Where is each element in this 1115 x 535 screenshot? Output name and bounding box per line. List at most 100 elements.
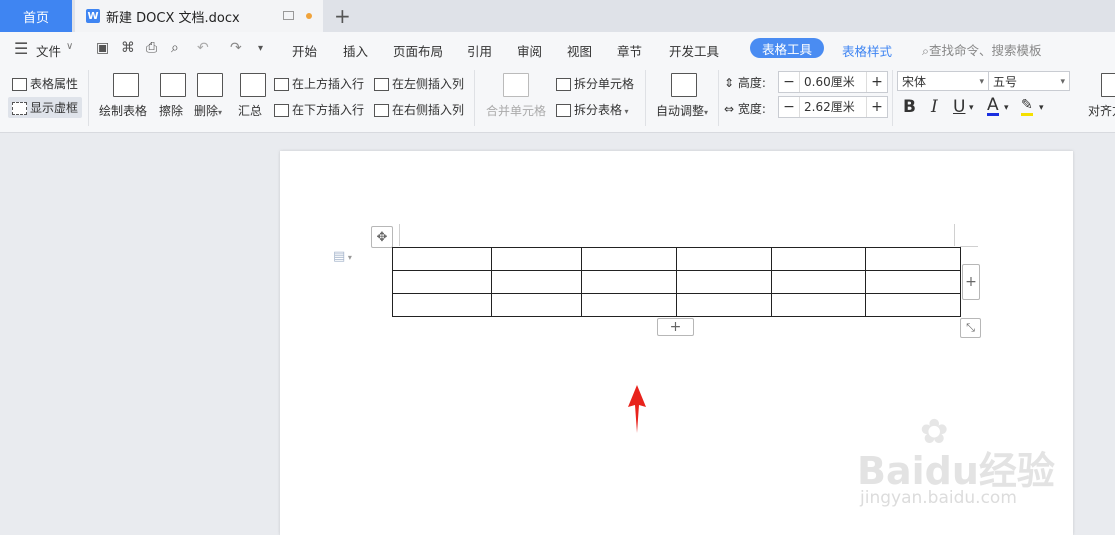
increase-width-button[interactable]: + <box>867 99 887 115</box>
print-icon[interactable]: ⎙ <box>146 40 157 56</box>
tab-document[interactable]: W 新建 DOCX 文档.docx <box>75 0 323 32</box>
font-family-select[interactable]: 宋体 ▾ <box>897 71 989 91</box>
highlight-icon[interactable]: ✎ <box>1021 97 1033 116</box>
table-properties-button[interactable]: 表格属性 <box>12 75 78 92</box>
file-menu[interactable]: 文件 <box>36 41 61 60</box>
add-column-button[interactable]: + <box>962 264 980 300</box>
merge-cells-icon[interactable] <box>503 73 529 97</box>
table-cell[interactable] <box>392 270 492 294</box>
delete-table-icon[interactable] <box>197 73 223 97</box>
table-resize-handle-icon[interactable]: ⤡ <box>960 318 981 338</box>
redo-icon[interactable]: ↷ <box>230 40 242 56</box>
tab-table-tools[interactable]: 表格工具 <box>750 38 824 58</box>
merge-cells-button[interactable]: 合并单元格 <box>486 102 546 119</box>
summary-icon[interactable] <box>240 73 266 97</box>
column-width-spinner[interactable]: − 2.62厘米 + <box>778 96 888 118</box>
table-row <box>392 247 961 271</box>
row-height-input[interactable]: 0.60厘米 <box>799 72 867 92</box>
menu-insert[interactable]: 插入 <box>343 41 368 60</box>
margin-guide <box>399 224 400 246</box>
new-tab-button[interactable]: + <box>334 4 351 28</box>
table-move-handle-icon[interactable]: ✥ <box>371 226 393 248</box>
erase-button[interactable]: 擦除 <box>159 102 183 119</box>
height-text: 高度: <box>737 76 766 90</box>
table-cell[interactable] <box>581 270 677 294</box>
more-chevron-icon[interactable]: ▾ <box>258 43 263 54</box>
decrease-height-button[interactable]: − <box>779 74 799 90</box>
auto-adjust-button[interactable]: 自动调整▾ <box>656 102 708 119</box>
dropdown-arrow-icon[interactable]: ▾ <box>969 103 974 113</box>
table-cell[interactable] <box>581 247 677 271</box>
monitor-icon[interactable] <box>283 11 294 20</box>
insert-row-above-button[interactable]: 在上方插入行 <box>274 75 364 92</box>
draw-table-button[interactable]: 绘制表格 <box>99 102 147 119</box>
auto-adjust-icon[interactable] <box>671 73 697 97</box>
eraser-icon[interactable] <box>160 73 186 97</box>
draw-table-icon[interactable] <box>113 73 139 97</box>
column-width-input[interactable]: 2.62厘米 <box>799 97 867 117</box>
tab-home[interactable]: 首页 <box>0 0 72 32</box>
table-cell[interactable] <box>865 270 961 294</box>
table-cell[interactable] <box>491 270 582 294</box>
decrease-width-button[interactable]: − <box>779 99 799 115</box>
split-table-button[interactable]: 拆分表格 ▾ <box>556 101 629 118</box>
font-color-button[interactable]: A <box>987 97 999 116</box>
align-icon[interactable] <box>1101 73 1115 97</box>
table-cell[interactable] <box>676 247 772 271</box>
table-cell[interactable] <box>392 293 492 317</box>
font-size-select[interactable]: 五号 ▾ <box>988 71 1070 91</box>
align-button[interactable]: 对齐方 <box>1088 102 1115 119</box>
delete-button[interactable]: 删除▾ <box>194 102 222 119</box>
show-gridlines-label: 显示虚框 <box>30 101 79 115</box>
hamburger-icon[interactable]: ☰ <box>14 39 28 58</box>
command-search[interactable]: ⌕查找命令、搜索模板 <box>922 40 1042 59</box>
table-cell[interactable] <box>771 247 866 271</box>
menu-bar: ☰ 文件 ∨ ▣ ⌘ ⎙ ⌕ ↶ ↷ ▾ 开始 插入 页面布局 引用 审阅 视图… <box>0 32 1115 64</box>
dropdown-arrow-icon[interactable]: ▾ <box>1004 103 1009 113</box>
show-gridlines-button[interactable]: 显示虚框 <box>8 97 83 118</box>
insert-column-right-button[interactable]: 在右侧插入列 <box>374 101 464 118</box>
insert-row-below-button[interactable]: 在下方插入行 <box>274 101 364 118</box>
table-cell[interactable] <box>676 293 772 317</box>
watermark-url: jingyan.baidu.com <box>860 488 1017 508</box>
print-preview-icon[interactable]: ⌕ <box>171 40 179 56</box>
row-height-label: ⇕ 高度: <box>724 74 766 91</box>
table-properties-icon <box>12 78 27 91</box>
split-cells-button[interactable]: 拆分单元格 <box>556 75 634 92</box>
menu-view[interactable]: 视图 <box>567 41 592 60</box>
insert-column-left-button[interactable]: 在左侧插入列 <box>374 75 464 92</box>
menu-review[interactable]: 审阅 <box>517 41 542 60</box>
increase-height-button[interactable]: + <box>867 74 887 90</box>
chevron-down-icon[interactable]: ∨ <box>66 41 73 52</box>
save-icon[interactable]: ▣ <box>96 40 109 56</box>
table-cell[interactable] <box>771 270 866 294</box>
italic-button[interactable]: I <box>931 97 938 117</box>
summary-button[interactable]: 汇总 <box>238 102 262 119</box>
table-cell[interactable] <box>392 247 492 271</box>
divider <box>892 70 893 126</box>
format-painter-icon[interactable]: ⌘ <box>121 40 135 56</box>
menu-section[interactable]: 章节 <box>617 41 642 60</box>
dropdown-arrow-icon[interactable]: ▾ <box>1039 103 1044 113</box>
split-table-icon <box>556 104 571 117</box>
split-cells-label: 拆分单元格 <box>574 77 635 91</box>
table-cell[interactable] <box>581 293 677 317</box>
tab-table-style[interactable]: 表格样式 <box>842 41 892 60</box>
underline-button[interactable]: U <box>953 97 965 117</box>
table-cell[interactable] <box>771 293 866 317</box>
table-cell[interactable] <box>865 293 961 317</box>
table-cell[interactable] <box>676 270 772 294</box>
row-height-spinner[interactable]: − 0.60厘米 + <box>778 71 888 93</box>
add-row-button[interactable]: + <box>657 318 694 336</box>
menu-page-layout[interactable]: 页面布局 <box>393 41 443 60</box>
bold-button[interactable]: B <box>903 97 916 117</box>
table-cell[interactable] <box>491 293 582 317</box>
menu-references[interactable]: 引用 <box>467 41 492 60</box>
paragraph-layout-icon[interactable]: ▤ ▾ <box>333 249 352 264</box>
menu-developer[interactable]: 开发工具 <box>669 41 719 60</box>
undo-icon[interactable]: ↶ <box>197 40 209 56</box>
document-table[interactable] <box>392 247 961 317</box>
table-cell[interactable] <box>491 247 582 271</box>
menu-start[interactable]: 开始 <box>292 41 317 60</box>
table-cell[interactable] <box>865 247 961 271</box>
